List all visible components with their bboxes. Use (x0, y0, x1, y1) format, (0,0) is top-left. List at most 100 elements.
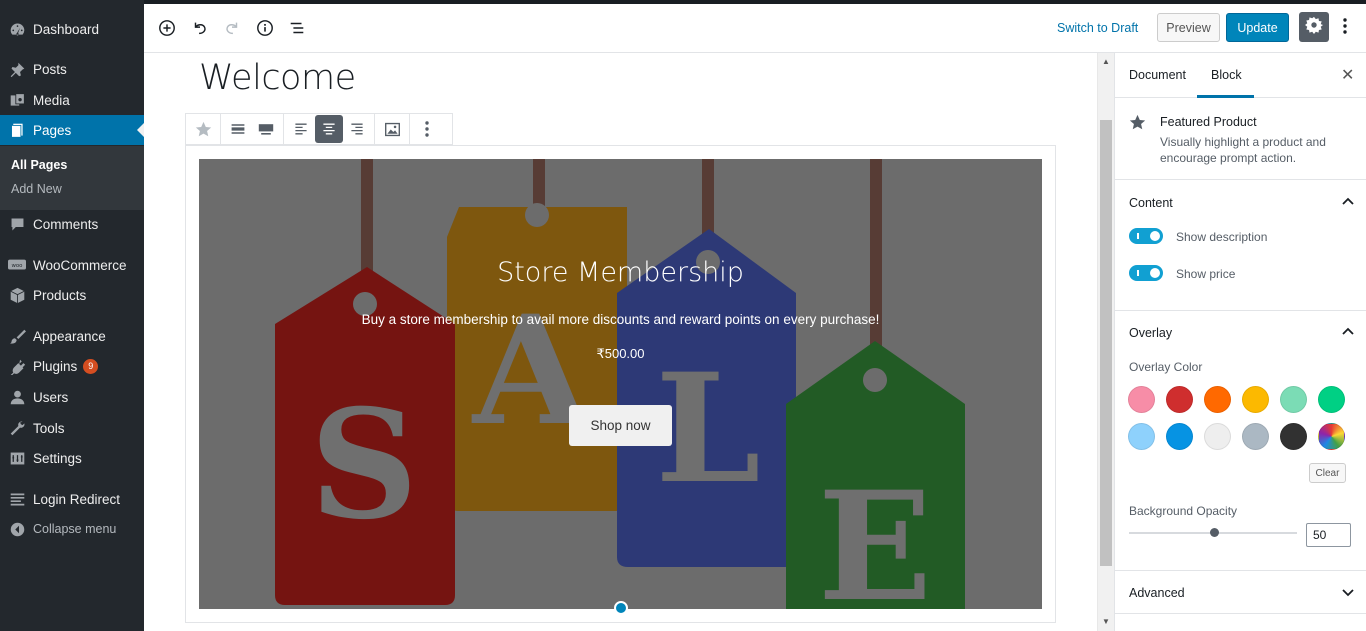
show-description-label: Show description (1176, 230, 1268, 244)
menu-label: Pages (33, 122, 72, 138)
add-block-icon[interactable] (156, 17, 178, 39)
menu-label: Comments (33, 216, 99, 232)
canvas-scrollbar[interactable]: ▲ ▼ (1097, 53, 1114, 631)
undo-icon[interactable] (189, 17, 211, 39)
product-price: ₹500.00 (596, 346, 645, 361)
sidebar-tabs: Document Block ✕ (1115, 53, 1366, 98)
dashboard-icon (8, 20, 26, 38)
pages-submenu: All Pages Add New (0, 146, 144, 210)
vertical-ellipsis-icon[interactable] (413, 115, 441, 143)
custom-color-picker[interactable] (1318, 423, 1345, 450)
shop-now-button[interactable]: Shop now (569, 405, 672, 446)
tab-document[interactable]: Document (1129, 68, 1186, 82)
editor-canvas: Welcome S A L E Store Membership Buy a s… (144, 53, 1097, 631)
menu-media[interactable]: Media (0, 85, 144, 115)
menu-label: WooCommerce (33, 257, 127, 273)
align-left-icon[interactable] (287, 115, 315, 143)
menu-label: Plugins (33, 358, 78, 374)
toolbar-group-type (186, 114, 221, 144)
tab-block[interactable]: Block (1211, 68, 1242, 82)
menu-label: Posts (33, 61, 67, 77)
menu-products[interactable]: Products (0, 280, 144, 310)
show-price-toggle[interactable] (1129, 265, 1163, 281)
preview-button[interactable]: Preview (1157, 13, 1220, 42)
color-swatch[interactable] (1318, 386, 1345, 413)
show-description-toggle[interactable] (1129, 228, 1163, 244)
divider (1115, 613, 1366, 614)
redo-icon[interactable] (221, 17, 243, 39)
color-swatch[interactable] (1128, 423, 1155, 450)
menu-tools[interactable]: Tools (0, 413, 144, 443)
color-swatch[interactable] (1242, 386, 1269, 413)
opacity-slider-thumb[interactable] (1210, 528, 1219, 537)
svg-text:woo: woo (12, 263, 23, 269)
product-description: Buy a store membership to avail more dis… (361, 312, 880, 327)
submenu-add-new[interactable]: Add New (11, 182, 62, 196)
clear-color-button[interactable]: Clear (1309, 463, 1346, 483)
align-center-icon[interactable] (315, 115, 343, 143)
resize-handle[interactable] (614, 601, 628, 615)
color-swatch[interactable] (1204, 423, 1231, 450)
chevron-down-icon[interactable] (1341, 585, 1355, 599)
color-swatch[interactable] (1242, 423, 1269, 450)
background-opacity-label: Background Opacity (1129, 504, 1238, 518)
product-title: Store Membership (497, 257, 744, 288)
more-menu-button[interactable] (1337, 17, 1353, 39)
wide-width-icon[interactable] (224, 115, 252, 143)
menu-label: Media (33, 92, 70, 108)
menu-users[interactable]: Users (0, 382, 144, 412)
scroll-down-icon[interactable]: ▼ (1102, 617, 1110, 626)
menu-comments[interactable]: Comments (0, 209, 144, 239)
menu-posts[interactable]: Posts (0, 54, 144, 84)
list-icon (8, 490, 26, 508)
color-swatch[interactable] (1128, 386, 1155, 413)
collapse-menu-button[interactable]: Collapse menu (0, 514, 144, 544)
divider (1115, 570, 1366, 571)
submenu-all-pages[interactable]: All Pages (11, 158, 67, 172)
gear-icon (1305, 16, 1323, 39)
info-icon[interactable] (254, 17, 276, 39)
align-right-icon[interactable] (343, 115, 371, 143)
close-icon[interactable]: ✕ (1341, 65, 1354, 85)
menu-label: Collapse menu (33, 522, 117, 536)
opacity-number-input[interactable]: 50 (1306, 523, 1351, 547)
page-title[interactable]: Welcome (199, 58, 356, 98)
menu-label: Dashboard (33, 21, 100, 37)
scroll-up-icon[interactable]: ▲ (1102, 57, 1110, 66)
color-swatch[interactable] (1166, 423, 1193, 450)
advanced-section-title[interactable]: Advanced (1129, 586, 1185, 600)
vertical-ellipsis-icon (1343, 17, 1347, 39)
overlay-section-title[interactable]: Overlay (1129, 326, 1172, 340)
block-description: Visually highlight a product and encoura… (1160, 135, 1326, 165)
toolbar-group-width (221, 114, 284, 144)
pages-icon (8, 121, 26, 139)
paintbrush-icon (8, 327, 26, 345)
color-swatch[interactable] (1280, 423, 1307, 450)
sale-tags-background-image: S A L E (199, 159, 1042, 609)
block-navigation-icon[interactable] (286, 17, 308, 39)
menu-pages[interactable]: Pages (0, 115, 144, 145)
full-width-icon[interactable] (252, 115, 280, 143)
content-section-title[interactable]: Content (1129, 196, 1173, 210)
collapse-arrow-icon (8, 520, 26, 538)
star-icon[interactable] (189, 115, 217, 143)
menu-woocommerce[interactable]: woo WooCommerce (0, 250, 144, 280)
scrollbar-thumb[interactable] (1100, 120, 1112, 566)
color-swatch[interactable] (1166, 386, 1193, 413)
menu-settings[interactable]: Settings (0, 443, 144, 473)
chevron-up-icon[interactable] (1341, 195, 1355, 209)
menu-login-redirect[interactable]: Login Redirect (0, 484, 144, 514)
settings-gear-button[interactable] (1299, 12, 1329, 42)
settings-sidebar: Document Block ✕ Featured Product Visual… (1114, 53, 1366, 631)
color-swatch[interactable] (1280, 386, 1307, 413)
menu-appearance[interactable]: Appearance (0, 321, 144, 351)
color-swatch[interactable] (1204, 386, 1231, 413)
woocommerce-icon: woo (8, 256, 26, 274)
chevron-up-icon[interactable] (1341, 325, 1355, 339)
update-button[interactable]: Update (1226, 13, 1289, 42)
edit-image-icon[interactable] (378, 115, 406, 143)
switch-to-draft-link[interactable]: Switch to Draft (1057, 21, 1138, 35)
featured-product-block[interactable]: S A L E Store Membership Buy a store mem… (199, 159, 1042, 609)
menu-dashboard[interactable]: Dashboard (0, 14, 144, 44)
menu-plugins[interactable]: Plugins 9 (0, 351, 144, 381)
